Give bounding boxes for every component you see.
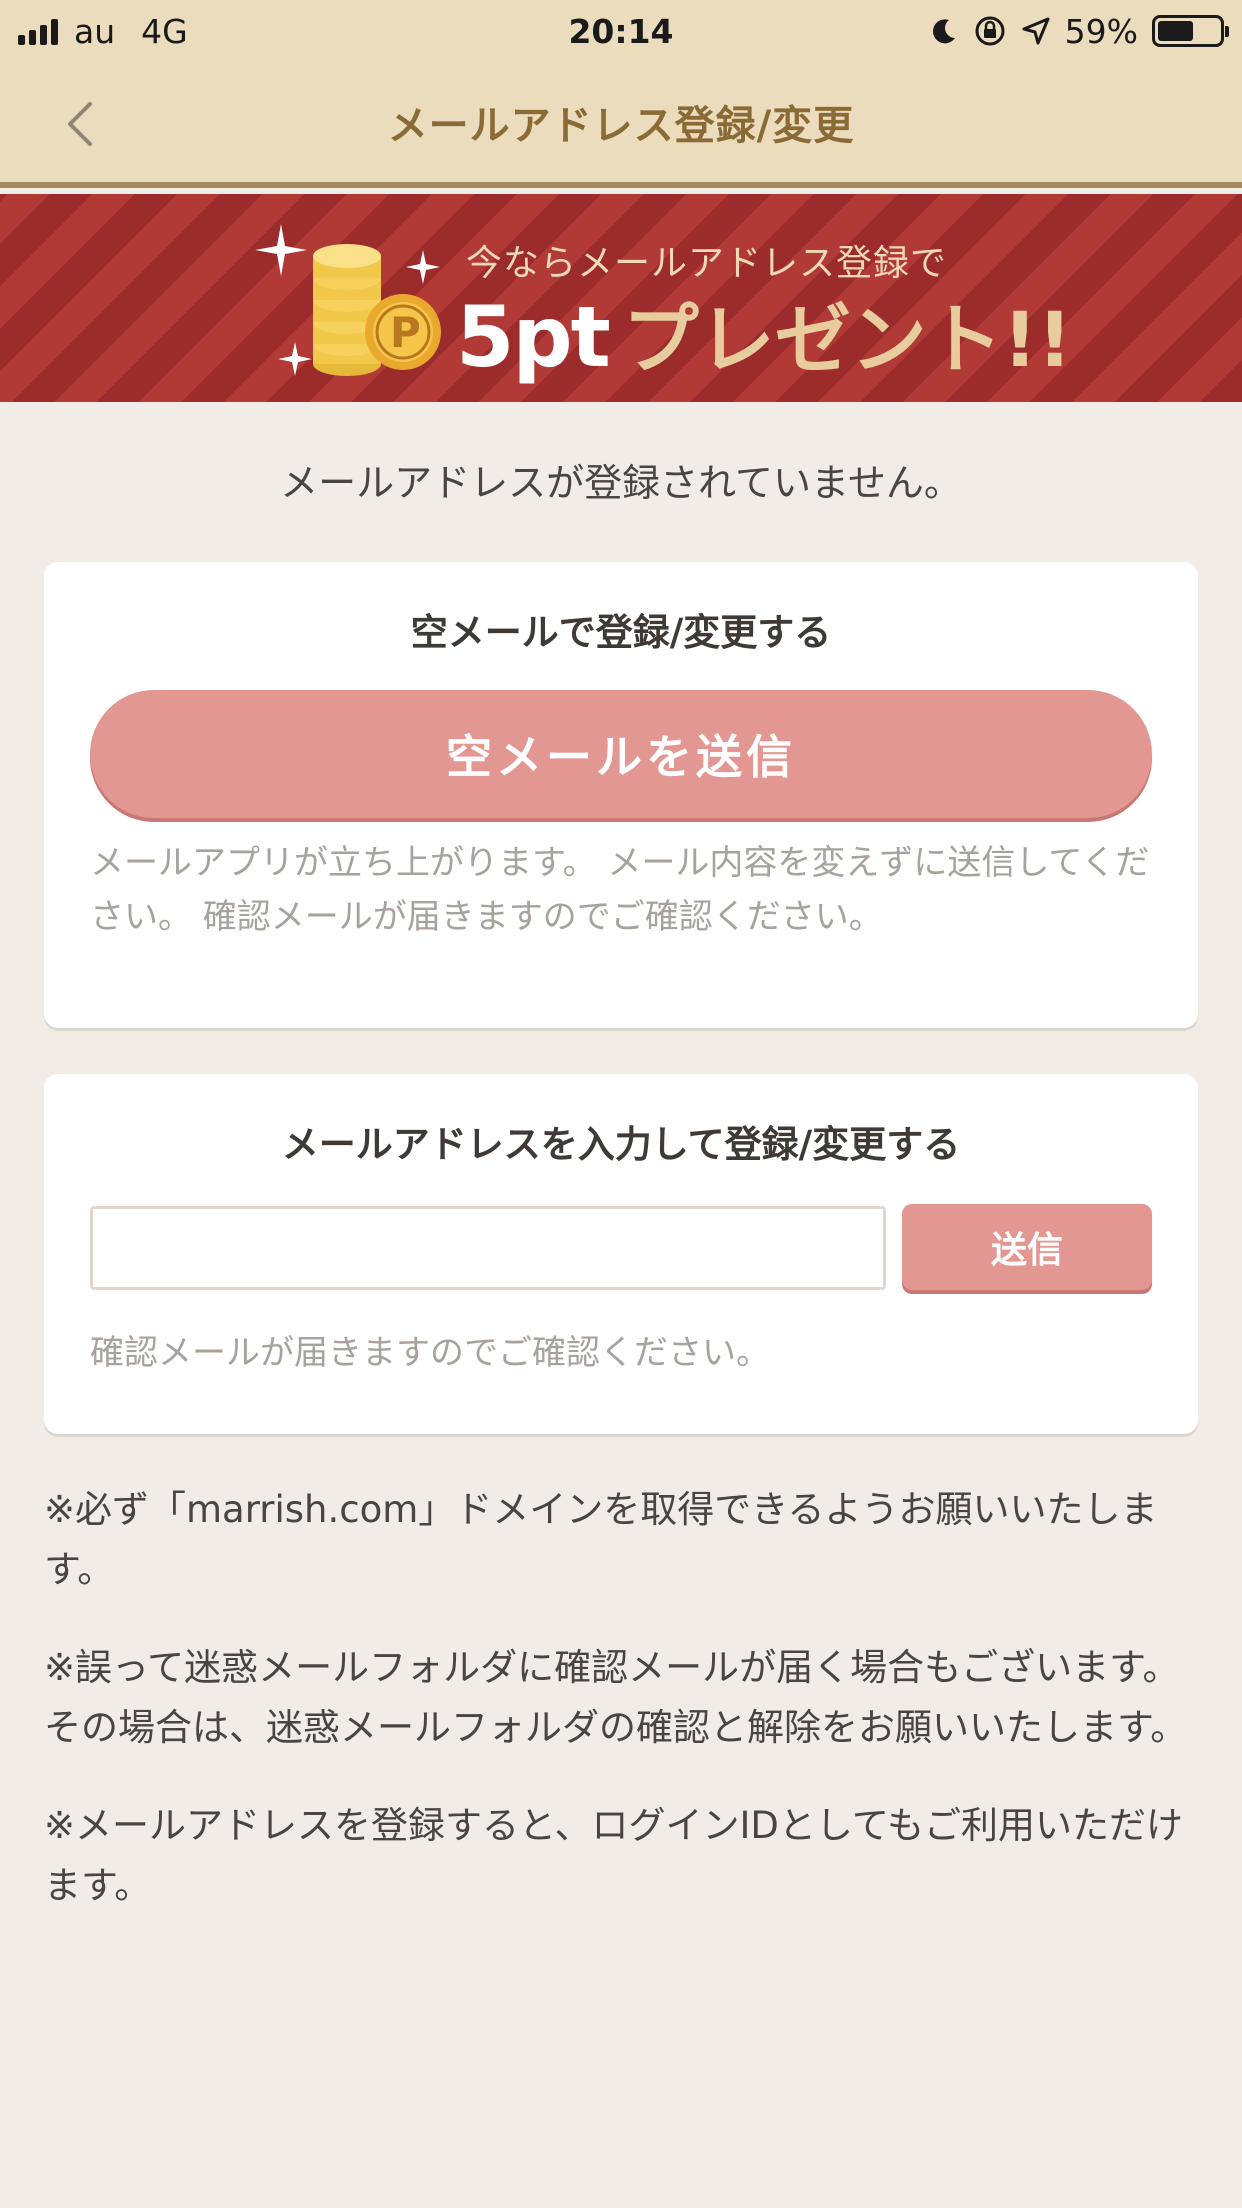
status-left: au 4G <box>18 12 188 51</box>
email-input[interactable] <box>90 1206 886 1290</box>
status-bar: au 4G 20:14 59% <box>0 0 1242 62</box>
empty-mail-card: 空メールで登録/変更する 空メールを送信 メールアプリが立ち上がります。 メール… <box>44 562 1198 1028</box>
email-input-card-title: メールアドレスを入力して登録/変更する <box>281 1123 961 1166</box>
signal-icon <box>18 17 58 45</box>
send-empty-mail-button[interactable]: 空メールを送信 <box>90 690 1152 818</box>
rotation-lock-icon <box>975 16 1005 46</box>
moon-icon <box>932 19 955 44</box>
page-title: メールアドレス登録/変更 <box>387 103 855 149</box>
back-button[interactable] <box>50 94 110 154</box>
location-arrow-icon <box>1022 17 1050 45</box>
battery-level <box>1158 21 1194 41</box>
chevron-left-icon <box>68 102 92 146</box>
coin-letter: P <box>390 308 421 357</box>
footnote-login-id: ※メールアドレスを登録すると、ログインIDとしてもご利用いただけます。 <box>44 1804 1183 1907</box>
nav-bar: メールアドレス登録/変更 <box>0 62 1242 188</box>
battery-percent: 59% <box>1064 11 1138 51</box>
email-input-note: 確認メールが届きますのでご確認ください。 <box>90 1333 770 1373</box>
banner-present: プレゼント!! <box>622 295 1073 384</box>
coins-icon <box>255 224 441 376</box>
empty-mail-card-title: 空メールで登録/変更する <box>410 611 832 654</box>
battery-icon <box>1152 15 1229 47</box>
banner-points: 5pt <box>456 288 611 386</box>
carrier-label: au <box>74 11 116 51</box>
footnote-spam-folder: ※誤って迷惑メールフォルダに確認メールが届く場合もございます。 その場合は、迷惑… <box>44 1646 1188 1749</box>
empty-mail-note: メールアプリが立ち上がります。 メール内容を変えずに送信してください。 確認メー… <box>90 843 1150 937</box>
email-input-card: メールアドレスを入力して登録/変更する 送信 確認メールが届きますのでご確認くだ… <box>44 1074 1198 1434</box>
status-right: 59% <box>929 11 1229 51</box>
not-registered-notice: メールアドレスが登録されていません。 <box>280 461 962 505</box>
banner-headline: 5pt プレゼント!! <box>456 278 1072 388</box>
promo-banner[interactable]: P 今ならメールアドレス登録で 5pt プレゼント!! <box>0 194 1242 402</box>
footnotes: ※必ず「marrish.com」ドメインを取得できるようお願いいたします。 ※誤… <box>44 1480 1204 1954</box>
footnote-domain: ※必ず「marrish.com」ドメインを取得できるようお願いいたします。 <box>44 1488 1158 1591</box>
send-button[interactable]: 送信 <box>902 1204 1152 1290</box>
network-label: 4G <box>141 11 188 51</box>
